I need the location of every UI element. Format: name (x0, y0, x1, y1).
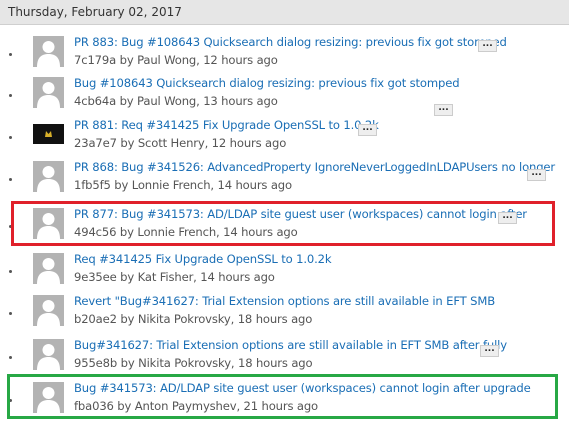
default-user-avatar-icon[interactable] (33, 253, 64, 284)
commit-meta: fba036 by Anton Paymyshev, 21 hours ago (74, 399, 318, 413)
bullet (9, 356, 12, 359)
default-user-avatar-icon[interactable] (33, 339, 64, 370)
commit-meta: 494c56 by Lonnie French, 14 hours ago (74, 225, 298, 239)
commit-item: Bug #341573: AD/LDAP site guest user (wo… (0, 377, 569, 417)
default-user-avatar-icon[interactable] (33, 295, 64, 326)
commit-meta: 7c179a by Paul Wong, 12 hours ago (74, 53, 278, 67)
commit-item: PR 883: Bug #108643 Quicksearch dialog r… (0, 31, 569, 71)
custom-user-avatar-icon[interactable] (33, 119, 64, 150)
commit-title-link[interactable]: Req #341425 Fix Upgrade OpenSSL to 1.0.2… (74, 252, 332, 266)
bullet (9, 94, 12, 97)
commit-item: Req #341425 Fix Upgrade OpenSSL to 1.0.2… (0, 248, 569, 288)
commit-title-link[interactable]: PR 868: Bug #341526: AdvancedProperty Ig… (74, 160, 555, 174)
more-button[interactable]: ... (478, 40, 497, 52)
commit-item: PR 868: Bug #341526: AdvancedProperty Ig… (0, 156, 569, 196)
default-user-avatar-icon[interactable] (33, 36, 64, 67)
commit-meta: 955e8b by Nikita Pokrovsky, 18 hours ago (74, 356, 313, 370)
bullet (9, 178, 12, 181)
default-user-avatar-icon[interactable] (33, 208, 64, 239)
default-user-avatar-icon[interactable] (33, 77, 64, 108)
commit-title-link[interactable]: Bug #341573: AD/LDAP site guest user (wo… (74, 381, 531, 395)
bullet (9, 270, 12, 273)
commit-meta: 4cb64a by Paul Wong, 13 hours ago (74, 94, 278, 108)
default-user-avatar-icon[interactable] (33, 161, 64, 192)
more-button[interactable]: ... (358, 124, 377, 136)
bullet (9, 399, 12, 402)
commit-item: Bug #108643 Quicksearch dialog resizing:… (0, 72, 569, 116)
bullet (9, 225, 12, 228)
commit-title-link[interactable]: Bug#341627: Trial Extension options are … (74, 338, 507, 352)
commit-meta: 23a7e7 by Scott Henry, 12 hours ago (74, 136, 287, 150)
commit-item: Bug#341627: Trial Extension options are … (0, 334, 569, 374)
commit-title-link[interactable]: PR 877: Bug #341573: AD/LDAP site guest … (74, 207, 527, 221)
default-user-avatar-icon[interactable] (33, 382, 64, 413)
more-button[interactable]: ... (527, 169, 546, 181)
commit-item: Revert "Bug#341627: Trial Extension opti… (0, 290, 569, 330)
more-button[interactable]: ... (480, 345, 499, 357)
commit-title-link[interactable]: PR 881: Req #341425 Fix Upgrade OpenSSL … (74, 118, 379, 132)
commit-title-link[interactable]: PR 883: Bug #108643 Quicksearch dialog r… (74, 35, 507, 49)
commit-title-link[interactable]: Revert "Bug#341627: Trial Extension opti… (74, 294, 495, 308)
commit-meta: 9e35ee by Kat Fisher, 14 hours ago (74, 270, 275, 284)
commit-meta: b20ae2 by Nikita Pokrovsky, 18 hours ago (74, 312, 313, 326)
bullet (9, 53, 12, 56)
bullet (9, 136, 12, 139)
commit-title-link[interactable]: Bug #108643 Quicksearch dialog resizing:… (74, 76, 460, 90)
bullet (9, 312, 12, 315)
date-header: Thursday, February 02, 2017 (0, 0, 569, 25)
more-button[interactable]: ... (498, 212, 517, 224)
commit-item: PR 881: Req #341425 Fix Upgrade OpenSSL … (0, 114, 569, 154)
commit-meta: 1fb5f5 by Lonnie French, 14 hours ago (74, 178, 292, 192)
commit-item: PR 877: Bug #341573: AD/LDAP site guest … (0, 203, 569, 243)
